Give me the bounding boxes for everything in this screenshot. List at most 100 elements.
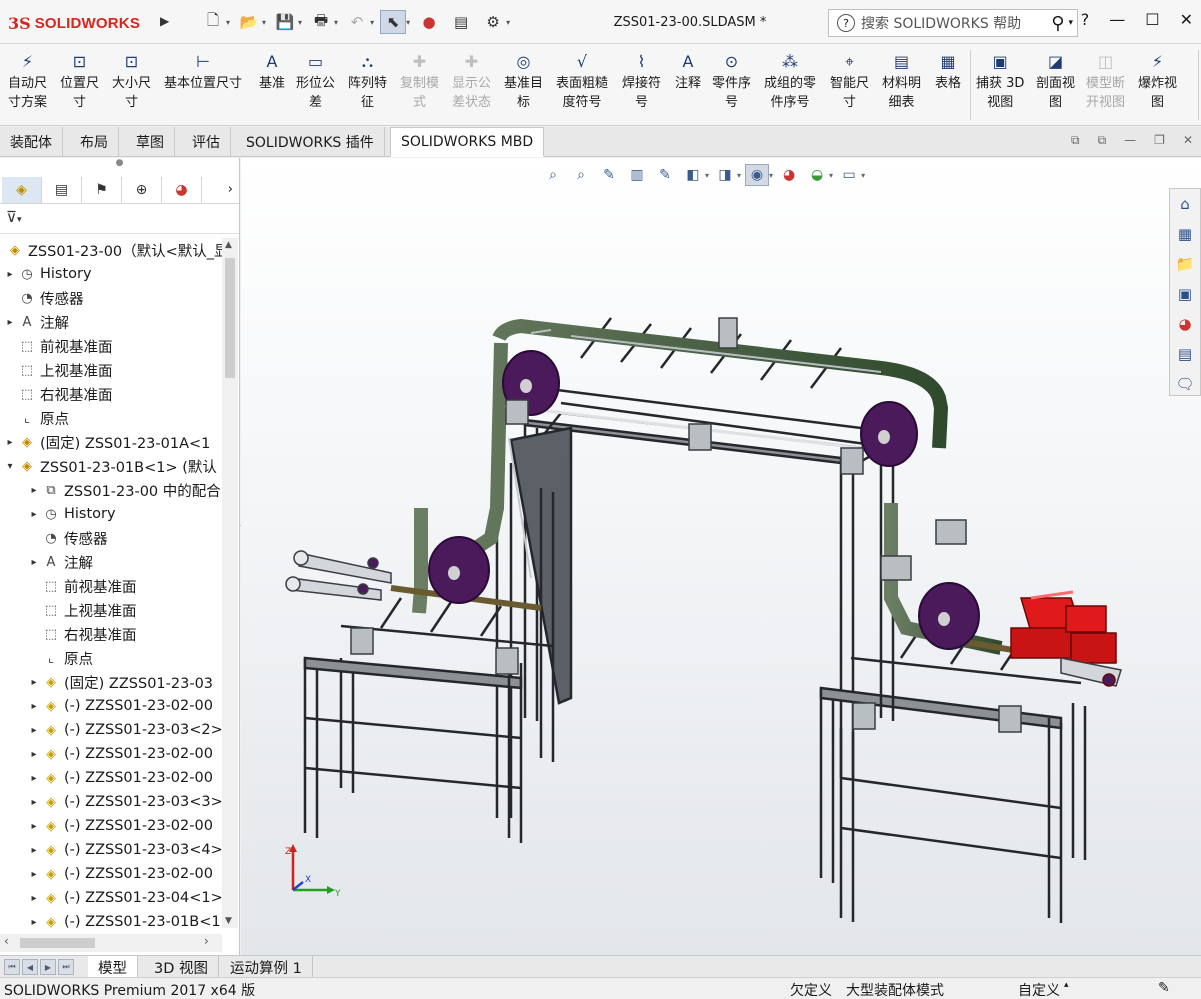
- tree-item[interactable]: ▾ ◈ ZSS01-23-01B<1> (默认: [0, 454, 222, 478]
- tree-item[interactable]: ▸ ◷ History: [0, 262, 222, 286]
- ribbon-size-dimension-button[interactable]: ⊡ 大小尺 寸: [112, 48, 151, 112]
- solidworks-resources-icon[interactable]: ⌂: [1170, 189, 1200, 219]
- expand-toggle-icon[interactable]: ▸: [28, 773, 40, 784]
- command-tab[interactable]: 布局: [70, 127, 119, 157]
- tree-filter[interactable]: ⊽▾: [0, 204, 239, 234]
- tree-item[interactable]: ▸ ◷ History: [0, 502, 222, 526]
- solidworks-logo[interactable]: 3S SOLIDWORKS: [8, 8, 158, 38]
- ribbon-balloon-button[interactable]: ⊙ 零件序 号: [712, 48, 751, 112]
- ribbon-smart-dimension-button[interactable]: ⌖ 智能尺 寸: [830, 48, 869, 112]
- scroll-down-icon[interactable]: ▼: [225, 916, 232, 926]
- maximize-icon[interactable]: ☐: [1145, 10, 1159, 29]
- display-style-dropdown-icon[interactable]: ▾: [737, 171, 741, 180]
- expand-toggle-icon[interactable]: ▸: [28, 725, 40, 736]
- ribbon-exploded-view-button[interactable]: ⚡ 爆炸视 图: [1138, 48, 1177, 112]
- expand-toggle-icon[interactable]: ▸: [28, 485, 40, 496]
- tree-item[interactable]: ▸ A 注解: [0, 550, 222, 574]
- doc-minimize-icon[interactable]: —: [1124, 133, 1136, 148]
- search-dropdown-icon[interactable]: ▾: [1068, 18, 1073, 28]
- tree-item[interactable]: ▸ ⧉ ZSS01-23-00 中的配合: [0, 478, 222, 502]
- tree-item[interactable]: ⬚ 上视基准面: [0, 598, 222, 622]
- ribbon-table-button[interactable]: ▦ 表格: [934, 48, 962, 93]
- tree-item[interactable]: ⌞ 原点: [0, 646, 222, 670]
- print-icon[interactable]: 🖶: [308, 10, 334, 34]
- select-pointer-icon[interactable]: ⬉: [380, 10, 407, 34]
- ribbon-model-break-view-button[interactable]: ◫ 模型断 开视图: [1086, 48, 1125, 112]
- view-settings-icon[interactable]: ▭: [837, 164, 861, 186]
- more-tabs-icon[interactable]: ›: [228, 182, 233, 197]
- expand-toggle-icon[interactable]: ▸: [28, 797, 40, 808]
- edit-appearance-icon[interactable]: ◕: [777, 164, 801, 186]
- view-palette-icon[interactable]: ▣: [1170, 279, 1200, 309]
- ribbon-bom-button[interactable]: ▤ 材料明 细表: [882, 48, 921, 112]
- custom-properties-icon[interactable]: ▤: [1170, 339, 1200, 369]
- ribbon-location-dimension-button[interactable]: ⊡ 位置尺 寸: [60, 48, 99, 112]
- select-dropdown-icon[interactable]: ▾: [406, 18, 410, 27]
- expand-toggle-icon[interactable]: ▸: [28, 557, 40, 568]
- tree-item[interactable]: ▸ ◈ (-) ZZSS01-23-01B<1>: [0, 910, 222, 928]
- help-search-box[interactable]: ? 搜索 SOLIDWORKS 帮助 ⚲ ▾: [828, 9, 1078, 37]
- tree-item[interactable]: ▸ ◈ (-) ZZSS01-23-04<1>: [0, 886, 222, 910]
- appearances-scenes-icon[interactable]: ◕: [1170, 309, 1200, 339]
- view-settings-dropdown-icon[interactable]: ▾: [861, 171, 865, 180]
- expand-toggle-icon[interactable]: ▸: [28, 845, 40, 856]
- dimxpertmanager-tab-icon[interactable]: ⊕: [122, 176, 162, 203]
- options-gear-icon[interactable]: ⚙: [480, 10, 506, 34]
- doc-close-icon[interactable]: ✕: [1183, 133, 1193, 148]
- tree-item[interactable]: ▸ ◈ (-) ZZSS01-23-02-00: [0, 766, 222, 790]
- tree-item[interactable]: ⬚ 上视基准面: [0, 358, 222, 382]
- expand-toggle-icon[interactable]: ▸: [4, 437, 16, 448]
- view-orientation-dropdown-icon[interactable]: ▾: [705, 171, 709, 180]
- first-tab-icon[interactable]: ⏮: [4, 959, 20, 975]
- ribbon-copy-scheme-button[interactable]: ✚ 复制模 式: [400, 48, 439, 112]
- expand-toggle-icon[interactable]: ▸: [28, 917, 40, 928]
- ribbon-basic-location-dimension-button[interactable]: ⊢ 基本位置尺寸: [164, 48, 242, 93]
- panel-grip[interactable]: ●: [0, 158, 239, 176]
- ribbon-stacked-balloon-button[interactable]: ⁂ 成组的零 件序号: [764, 48, 816, 112]
- command-tab[interactable]: 草图: [126, 127, 175, 157]
- bottom-tab[interactable]: 模型: [88, 956, 138, 978]
- expand-toggle-icon[interactable]: ▸: [28, 821, 40, 832]
- scroll-up-icon[interactable]: ▲: [225, 240, 232, 250]
- new-document-icon[interactable]: 🗋: [200, 10, 226, 34]
- file-properties-icon[interactable]: ▤: [448, 10, 474, 34]
- expand-toggle-icon[interactable]: ▸: [28, 749, 40, 760]
- expand-toggle-icon[interactable]: ▸: [28, 701, 40, 712]
- bottom-tab[interactable]: 运动算例 1: [220, 956, 313, 978]
- hide-show-items-icon[interactable]: ◉: [745, 164, 770, 186]
- file-explorer-icon[interactable]: 📁: [1170, 249, 1200, 279]
- tile-right-icon[interactable]: ⧉: [1098, 133, 1107, 148]
- expand-toggle-icon[interactable]: ▸: [28, 509, 40, 520]
- help-menu-icon[interactable]: ?: [1081, 10, 1090, 29]
- filter-icon[interactable]: ⊽: [6, 208, 17, 226]
- hide-show-dropdown-icon[interactable]: ▾: [769, 171, 773, 180]
- ribbon-capture-3d-view-button[interactable]: ▣ 捕获 3D 视图: [976, 48, 1024, 112]
- zoom-to-area-icon[interactable]: ⌕: [569, 164, 593, 186]
- tree-item[interactable]: ⬚ 前视基准面: [0, 574, 222, 598]
- previous-view-icon[interactable]: ✎: [597, 164, 621, 186]
- bottom-tab[interactable]: 3D 视图: [144, 956, 219, 978]
- display-style-icon[interactable]: ◨: [713, 164, 737, 186]
- tree-item[interactable]: ▸ ◈ (-) ZZSS01-23-03<2>: [0, 718, 222, 742]
- prev-tab-icon[interactable]: ◀: [22, 959, 38, 975]
- ribbon-section-view-button[interactable]: ◪ 剖面视 图: [1036, 48, 1075, 112]
- tree-item[interactable]: ◈ ZSS01-23-00（默认<默认_显: [0, 238, 222, 262]
- ribbon-geometric-tolerance-button[interactable]: ▭ 形位公 差: [296, 48, 335, 112]
- tree-item[interactable]: ▸ ◈ (固定) ZZSS01-23-03: [0, 670, 222, 694]
- doc-restore-icon[interactable]: ❐: [1154, 133, 1165, 148]
- save-icon[interactable]: 💾: [272, 10, 298, 34]
- tree-vertical-scrollbar[interactable]: ▲ ▼: [222, 238, 238, 928]
- close-icon[interactable]: ✕: [1180, 10, 1193, 29]
- solidworks-forum-icon[interactable]: 🗨: [1170, 369, 1200, 399]
- last-tab-icon[interactable]: ⏭: [58, 959, 74, 975]
- hscroll-thumb[interactable]: [20, 938, 95, 948]
- propertymanager-tab-icon[interactable]: ▤: [42, 176, 82, 203]
- assembly-model[interactable]: [241, 158, 1201, 955]
- undo-dropdown-icon[interactable]: ▾: [370, 18, 374, 27]
- tree-item[interactable]: ▸ ◈ (-) ZZSS01-23-02-00: [0, 814, 222, 838]
- save-dropdown-icon[interactable]: ▾: [298, 18, 302, 27]
- unit-dropdown-icon[interactable]: ▴: [1064, 980, 1069, 990]
- menu-expand-icon[interactable]: ▶: [160, 14, 169, 28]
- expand-toggle-icon[interactable]: ▸: [4, 269, 16, 280]
- design-library-icon[interactable]: ▦: [1170, 219, 1200, 249]
